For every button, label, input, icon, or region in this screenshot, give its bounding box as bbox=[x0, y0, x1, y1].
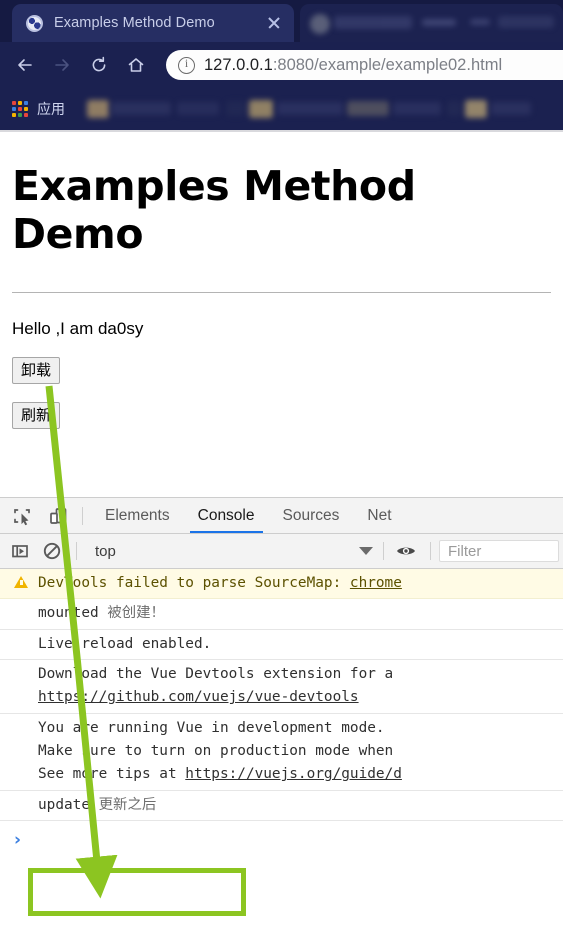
tab-title: Examples Method Demo bbox=[54, 15, 215, 31]
apps-label[interactable]: 应用 bbox=[37, 99, 65, 119]
devtools-tab-bar: Elements Console Sources Net bbox=[0, 498, 563, 534]
tab-favicon-blurred bbox=[310, 14, 330, 34]
address-bar[interactable]: 127.0.0.1:8080/example/example02.html bbox=[166, 50, 563, 80]
tab-elements[interactable]: Elements bbox=[91, 498, 184, 533]
console-prompt[interactable]: › bbox=[0, 821, 563, 851]
console-row-log[interactable]: Download the Vue Devtools extension for … bbox=[0, 660, 563, 714]
console-context-selector[interactable]: top bbox=[95, 543, 116, 560]
console-row-text: See more tips at bbox=[38, 766, 186, 783]
close-icon[interactable] bbox=[264, 13, 284, 33]
console-row-text: mounted bbox=[38, 605, 108, 622]
browser-toolbar: 127.0.0.1:8080/example/example02.html bbox=[0, 42, 563, 88]
console-row-link[interactable]: https://github.com/vuejs/vue-devtools bbox=[38, 686, 559, 709]
console-row-text-cn: 被创建！ bbox=[107, 605, 165, 622]
page-content: Examples Method Demo Hello ,I am da0sy 卸… bbox=[0, 162, 563, 527]
globe-icon bbox=[26, 14, 43, 32]
console-row-text: DevTools failed to parse SourceMap: bbox=[38, 575, 350, 591]
console-row-log[interactable]: You are running Vue in development mode.… bbox=[0, 714, 563, 791]
page-title: Examples Method Demo bbox=[12, 162, 416, 258]
home-icon[interactable] bbox=[119, 48, 153, 82]
console-row-link[interactable]: chrome bbox=[350, 575, 402, 591]
inspect-element-icon[interactable] bbox=[8, 502, 36, 530]
chrome-divider bbox=[0, 130, 563, 132]
back-arrow-icon[interactable] bbox=[8, 48, 42, 82]
console-row-text-line1: You are running Vue in development mode. bbox=[38, 719, 385, 736]
device-toolbar-icon[interactable] bbox=[44, 502, 72, 530]
toolbar-divider bbox=[430, 542, 431, 560]
tab-text-blurred bbox=[334, 16, 412, 29]
toolbar-divider bbox=[76, 542, 77, 560]
console-row-log[interactable]: mounted 被创建！ bbox=[0, 599, 563, 630]
chevron-down-icon[interactable] bbox=[359, 547, 373, 555]
info-circle-icon[interactable] bbox=[178, 56, 195, 74]
console-row-text-cn: 更新之后 bbox=[98, 796, 157, 813]
console-row-text: Download the Vue Devtools extension for … bbox=[38, 665, 394, 682]
tab-text-blurred bbox=[422, 19, 456, 26]
console-row-warning[interactable]: DevTools failed to parse SourceMap: chro… bbox=[0, 569, 563, 600]
console-row-update[interactable]: update 更新之后 bbox=[0, 791, 563, 821]
console-row-text-line2: Make sure to turn on production mode whe… bbox=[38, 742, 394, 759]
page-greeting-text: Hello ,I am da0sy bbox=[12, 319, 144, 338]
forward-arrow-icon bbox=[45, 48, 79, 82]
unmount-button[interactable]: 卸载 bbox=[12, 357, 61, 384]
refresh-button[interactable]: 刷新 bbox=[12, 402, 61, 429]
chevron-right-icon: › bbox=[14, 829, 22, 850]
bookmarks-bar: 应用 bbox=[0, 88, 563, 130]
console-message-list: DevTools failed to parse SourceMap: chro… bbox=[0, 569, 563, 851]
apps-grid-icon[interactable] bbox=[12, 101, 28, 117]
address-bar-url: 127.0.0.1:8080/example/example02.html bbox=[204, 55, 503, 74]
browser-tab-second[interactable] bbox=[300, 4, 563, 42]
console-filter-input[interactable]: Filter bbox=[439, 540, 559, 562]
console-row-link[interactable]: https://vuejs.org/guide/d bbox=[185, 766, 402, 782]
console-sidebar-icon[interactable] bbox=[6, 537, 34, 565]
console-toolbar: top Filter bbox=[0, 534, 563, 569]
console-row-log[interactable]: Live reload enabled. bbox=[0, 630, 563, 660]
tab-text-blurred bbox=[470, 19, 490, 25]
console-row-text: Live reload enabled. bbox=[38, 635, 212, 652]
tab-console[interactable]: Console bbox=[184, 498, 269, 533]
toolbar-divider bbox=[82, 506, 83, 525]
console-row-text: update bbox=[38, 796, 99, 813]
browser-tab-active[interactable]: Examples Method Demo bbox=[12, 4, 294, 42]
tab-text-blurred bbox=[498, 16, 554, 28]
tab-strip: Examples Method Demo bbox=[0, 0, 563, 42]
toolbar-divider bbox=[383, 542, 384, 560]
browser-chrome: Examples Method Demo 127.0.0.1:8080/exam… bbox=[0, 0, 563, 132]
eye-icon[interactable] bbox=[392, 537, 420, 565]
bookmark-items-blurred[interactable] bbox=[81, 97, 563, 121]
page-divider bbox=[12, 292, 551, 293]
annotation-highlight-box bbox=[28, 868, 246, 916]
console-row-text-line3: See more tips at https://vuejs.org/guide… bbox=[38, 763, 559, 786]
tab-network[interactable]: Net bbox=[353, 498, 405, 533]
warning-icon bbox=[14, 576, 28, 588]
reload-icon[interactable] bbox=[82, 48, 116, 82]
clear-console-icon[interactable] bbox=[38, 537, 66, 565]
tab-sources[interactable]: Sources bbox=[269, 498, 354, 533]
